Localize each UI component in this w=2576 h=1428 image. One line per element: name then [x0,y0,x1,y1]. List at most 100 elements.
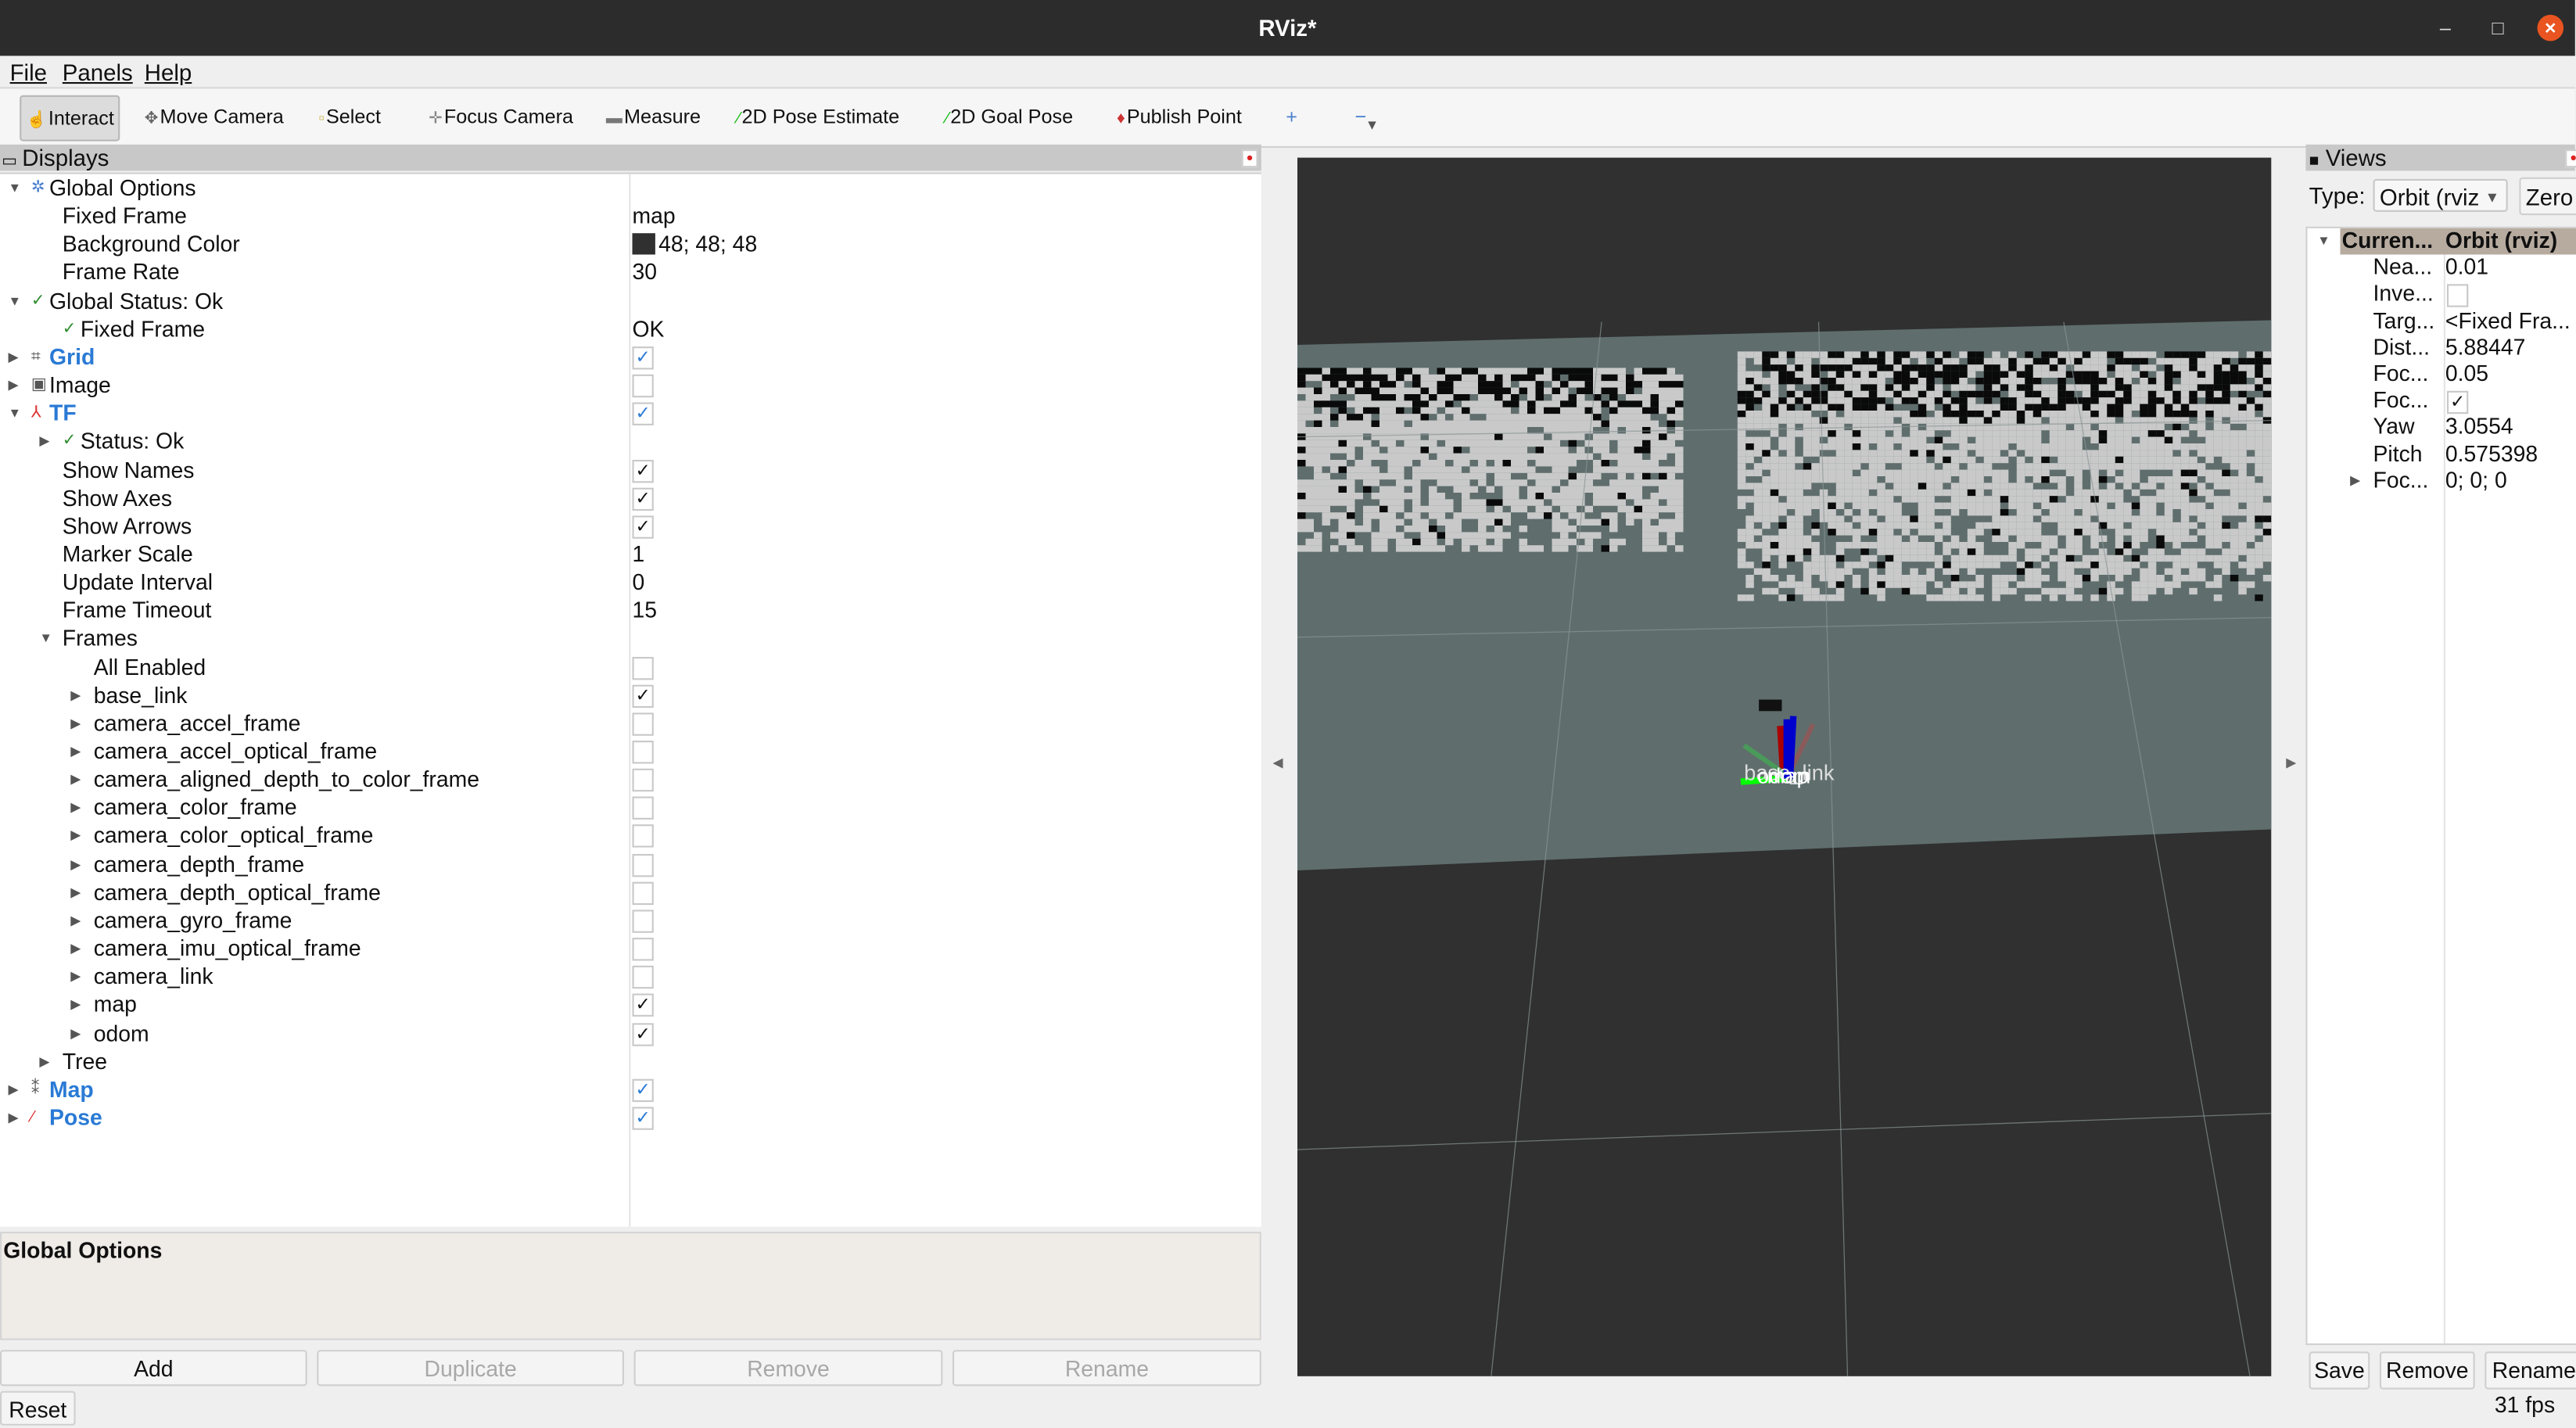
view-property-row[interactable]: ▶ Foc... 0; 0; 0 [2307,468,2576,494]
tree-row[interactable]: Update Interval 0 [0,569,1261,597]
close-panel-icon[interactable]: ● [1241,149,1258,168]
view-property-row[interactable]: Yaw 3.0554 [2307,414,2576,441]
minimize-button[interactable]: – [2432,15,2459,41]
tree-row[interactable]: ▶ camera_link [0,963,1261,991]
menu-help[interactable]: Help [145,59,192,86]
views-rename-button[interactable]: Rename [2485,1351,2576,1390]
view-property-row[interactable]: Inve... [2307,282,2576,308]
tool-move-camera[interactable]: ✥ Move Camera [145,95,284,138]
chevron-down-icon[interactable]: ▾ [1368,105,1376,148]
tree-row[interactable]: ▶ camera_depth_optical_frame [0,878,1261,906]
tool-select[interactable]: ▫ Select [318,95,381,138]
checkbox[interactable]: ✓ [632,684,654,708]
checkbox[interactable] [632,712,654,736]
expand-closed-arrow-icon[interactable]: ▶ [9,343,19,371]
views-remove-button[interactable]: Remove [2379,1351,2475,1390]
tree-row[interactable]: ▶ camera_accel_optical_frame [0,737,1261,766]
tree-row[interactable]: ▼ ✓ Global Status: Ok [0,287,1261,315]
checkbox[interactable] [632,741,654,764]
zero-button[interactable]: Zero [2519,177,2576,216]
tree-row[interactable]: Show Axes ✓ [0,484,1261,512]
row-value[interactable]: map [632,203,675,231]
tool-2d-goal-pose[interactable]: ⁄ 2D Goal Pose [946,95,1074,138]
expand-closed-arrow-icon[interactable]: ▶ [70,681,81,709]
tree-row[interactable]: Show Names ✓ [0,456,1261,484]
tree-row[interactable]: ▶ ⌗ Grid ✓ [0,343,1261,371]
tree-row[interactable]: ▶ camera_aligned_depth_to_color_frame [0,766,1261,794]
tree-row[interactable]: ▶ map ✓ [0,991,1261,1019]
checkbox[interactable]: ✓ [632,515,654,539]
checkbox[interactable] [632,374,654,398]
row-value[interactable]: 15 [632,597,657,625]
expand-closed-arrow-icon[interactable]: ▶ [70,878,81,906]
tree-row[interactable]: ▶ camera_accel_frame [0,709,1261,737]
view-property-row[interactable]: Dist... 5.88447 [2307,335,2576,361]
checkbox[interactable]: ✓ [632,1078,654,1102]
views-save-button[interactable]: Save [2309,1351,2370,1390]
current-view-row[interactable]: ▼ Curren... Orbit (rviz) [2307,228,2576,255]
property-value[interactable]: 0.575398 [2445,441,2538,468]
expand-closed-arrow-icon[interactable]: ▶ [70,963,81,991]
tree-row[interactable]: ▶ camera_depth_frame [0,850,1261,878]
expand-closed-arrow-icon[interactable]: ▶ [70,737,81,766]
property-value[interactable]: 3.0554 [2445,414,2513,441]
checkbox[interactable]: ✓ [2446,391,2469,414]
rename-button[interactable]: Rename [953,1350,1261,1387]
expand-closed-arrow-icon[interactable]: ▶ [70,794,81,822]
3d-viewport[interactable]: base_link odom map [377,157,2576,1377]
row-value[interactable]: OK [632,315,664,343]
tree-row[interactable]: Fixed Frame map [0,203,1261,231]
collapse-left-arrow-icon[interactable]: ◀ [1272,755,1283,770]
view-property-row[interactable]: Pitch 0.575398 [2307,441,2576,468]
tree-row[interactable]: ▶ ✓ Status: Ok [0,428,1261,456]
tree-row[interactable]: ▶ camera_color_frame [0,794,1261,822]
close-button[interactable]: × [2537,14,2564,41]
tree-row[interactable]: All Enabled [0,653,1261,681]
tree-row[interactable]: ▶ ▣ Image [0,371,1261,400]
property-value[interactable]: 5.88447 [2445,335,2526,361]
menu-panels[interactable]: Panels [63,59,133,86]
row-value[interactable]: 48; 48; 48 [632,231,757,259]
tree-row[interactable]: ▶ camera_gyro_frame [0,906,1261,935]
view-property-row[interactable]: Foc... ✓ [2307,388,2576,414]
view-property-row[interactable]: Targ... <Fixed Fra... [2307,308,2576,335]
menu-file[interactable]: File [10,59,47,86]
row-value[interactable]: 0 [632,569,644,597]
property-value[interactable]: 0.05 [2445,361,2488,388]
checkbox[interactable] [632,769,654,792]
expand-open-arrow-icon[interactable]: ▼ [9,400,22,428]
checkbox[interactable]: ✓ [632,994,654,1017]
checkbox[interactable]: ✓ [632,458,654,483]
tree-row[interactable]: ▶ odom ✓ [0,1019,1261,1047]
expand-open-arrow-icon[interactable]: ▼ [39,625,52,653]
checkbox[interactable] [632,910,654,933]
expand-closed-arrow-icon[interactable]: ▶ [70,935,81,963]
tree-row[interactable]: ✓ Fixed Frame OK [0,315,1261,343]
tree-row[interactable]: Marker Scale 1 [0,540,1261,569]
tool-interact[interactable]: ☝ Interact [20,95,121,142]
expand-closed-arrow-icon[interactable]: ▶ [70,822,81,850]
reset-button[interactable]: Reset [0,1390,76,1426]
expand-closed-arrow-icon[interactable]: ▶ [9,371,19,400]
expand-closed-arrow-icon[interactable]: ▶ [70,1019,81,1047]
expand-closed-arrow-icon[interactable]: ▶ [2350,468,2360,494]
tree-row[interactable]: ▼ Frames [0,625,1261,653]
row-value[interactable]: 30 [632,259,657,287]
expand-closed-arrow-icon[interactable]: ▶ [70,991,81,1019]
row-value[interactable]: 1 [632,540,644,569]
remove-tool-icon[interactable]: − [1354,95,1366,138]
expand-closed-arrow-icon[interactable]: ▶ [9,1103,19,1132]
checkbox[interactable]: ✓ [632,1022,654,1046]
expand-closed-arrow-icon[interactable]: ▶ [39,1047,49,1075]
add-button[interactable]: Add [0,1350,307,1387]
tree-row[interactable]: ▶ camera_color_optical_frame [0,822,1261,850]
collapse-right-arrow-icon[interactable]: ▶ [2286,755,2296,770]
tree-row[interactable]: ▶ camera_imu_optical_frame [0,935,1261,963]
tree-row[interactable]: ▶ Tree [0,1047,1261,1075]
checkbox[interactable]: ✓ [632,402,654,426]
checkbox[interactable]: ✓ [632,486,654,511]
checkbox[interactable]: ✓ [632,346,654,370]
tool-measure[interactable]: ▬ Measure [606,95,701,138]
checkbox[interactable] [632,966,654,989]
tree-row[interactable]: ▶ base_link ✓ [0,681,1261,709]
